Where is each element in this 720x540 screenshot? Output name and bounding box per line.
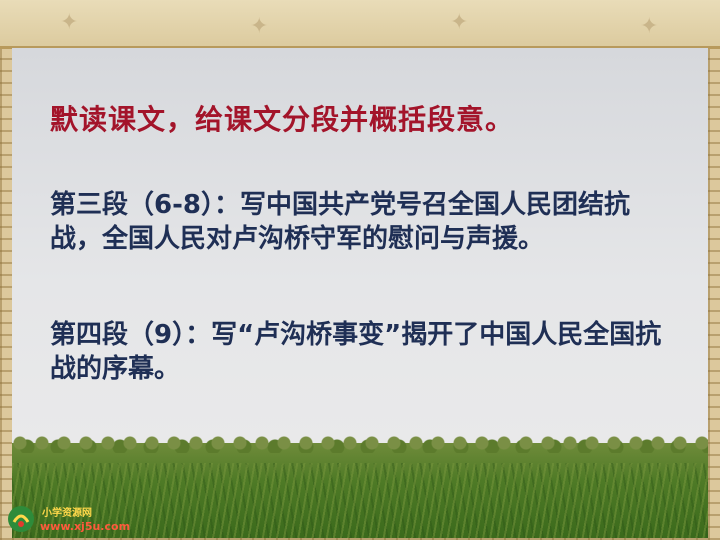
slide-title: 默读课文，给课文分段并概括段意。 bbox=[50, 103, 515, 136]
site-logo-url: www.xj5u.com bbox=[40, 520, 131, 533]
site-logo-name: 小学资源网 bbox=[42, 508, 92, 519]
site-logo: 小学资源网 www.xj5u.com bbox=[6, 500, 146, 538]
bird-decoration-icon: ✦ bbox=[450, 10, 469, 35]
paragraph-section-four: 第四段（9）：写“卢沟桥事变”揭开了中国人民全国抗战的序幕。 bbox=[50, 320, 662, 384]
bird-decoration-icon: ✦ bbox=[60, 10, 79, 35]
top-decorative-band: ✦ ✦ ✦ ✦ bbox=[0, 0, 720, 49]
slide-content: 默读课文，给课文分段并概括段意。 第三段（6-8）：写中国共产党号召全国人民团结… bbox=[12, 48, 708, 538]
bird-decoration-icon: ✦ bbox=[250, 14, 269, 39]
paragraph-section-three: 第三段（6-8）：写中国共产党号召全国人民团结抗战，全国人民对卢沟桥守军的慰问与… bbox=[50, 190, 630, 254]
site-logo-icon bbox=[8, 506, 34, 532]
bird-decoration-icon: ✦ bbox=[640, 14, 659, 39]
